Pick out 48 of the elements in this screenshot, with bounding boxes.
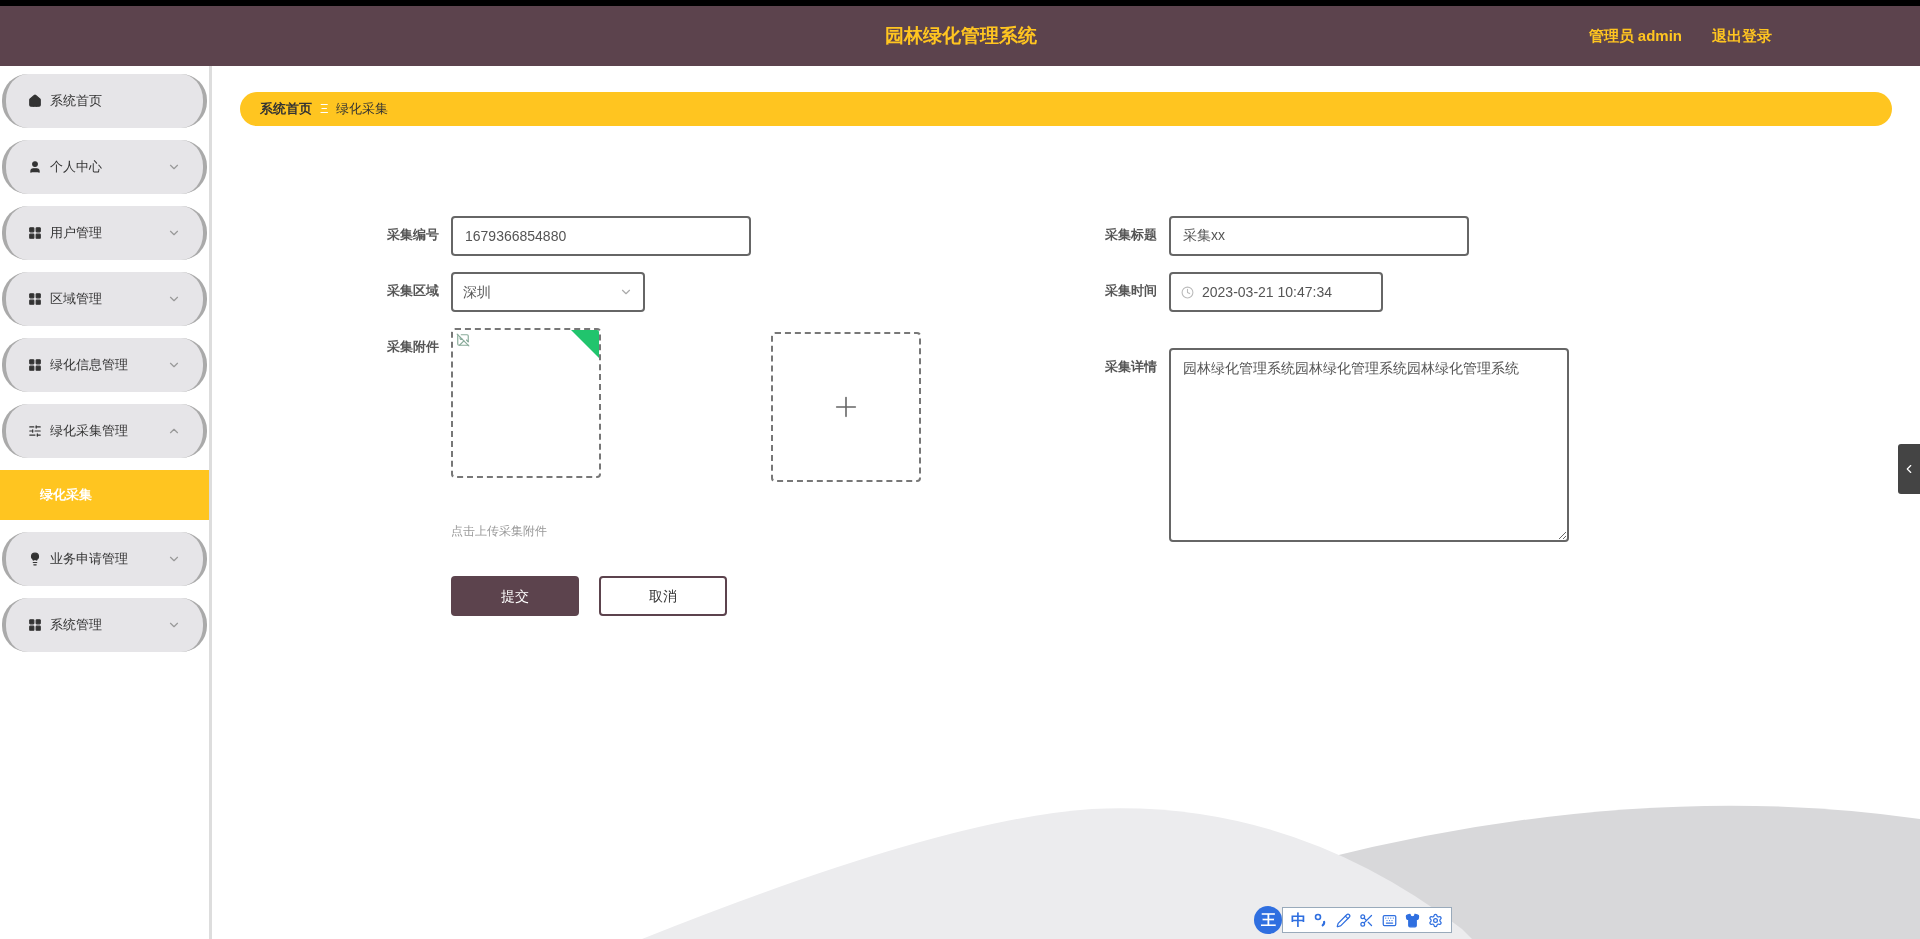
sidebar-menu-item[interactable]: 系统首页 xyxy=(2,74,207,128)
ime-mode-toggle[interactable]: 中 xyxy=(1291,908,1306,932)
text-area[interactable]: 园林绿化管理系统园林绿化管理系统园林绿化管理系统 xyxy=(1169,348,1569,542)
app-title: 园林绿化管理系统 xyxy=(885,23,1037,48)
upload-hint: 点击上传采集附件 xyxy=(451,523,548,540)
grid-icon xyxy=(28,226,42,240)
user-icon xyxy=(28,160,42,174)
clock-icon xyxy=(1181,285,1194,299)
breadcrumb-separator: Ξ xyxy=(320,100,329,119)
sidebar-menu-item[interactable]: 个人中心 xyxy=(2,140,207,194)
scissors-icon[interactable] xyxy=(1359,912,1374,928)
sidebar-menu-item[interactable]: 区域管理 xyxy=(2,272,207,326)
cancel-button[interactable]: 取消 xyxy=(599,576,727,616)
text-field[interactable]: 1679366854880 xyxy=(451,216,751,256)
lightbulb-icon xyxy=(28,552,42,566)
field-label: 采集编号 xyxy=(386,226,439,244)
uploaded-image-tile[interactable] xyxy=(451,328,601,478)
grid-icon xyxy=(28,358,42,372)
sidebar-menu-item[interactable]: 绿化采集管理 xyxy=(2,404,207,458)
text-field[interactable]: 采集xx xyxy=(1169,216,1469,256)
select-field[interactable]: 深圳 xyxy=(451,272,645,312)
date-time-field[interactable]: 2023-03-21 10:47:34 xyxy=(1169,272,1383,312)
field-label: 采集附件 xyxy=(386,338,439,356)
field-label: 采集详情 xyxy=(1104,358,1157,376)
breadcrumb-link[interactable]: 绿化采集 xyxy=(336,99,389,119)
admin-user-label: 管理员 admin xyxy=(1588,25,1682,46)
field-label: 采集标题 xyxy=(1104,226,1157,244)
settings-icon[interactable] xyxy=(1428,912,1443,928)
grid-icon xyxy=(28,292,42,306)
field-label: 采集时间 xyxy=(1104,282,1157,300)
home-icon xyxy=(28,94,42,108)
broken-image-icon xyxy=(456,333,470,347)
keyboard-icon[interactable] xyxy=(1382,912,1397,928)
grid-icon xyxy=(28,618,42,632)
sidebar-menu-item[interactable]: 绿化信息管理 xyxy=(2,338,207,392)
sliders-icon xyxy=(28,424,42,438)
add-upload-tile[interactable] xyxy=(771,332,921,482)
sidebar-menu-item[interactable]: 用户管理 xyxy=(2,206,207,260)
field-label: 采集区域 xyxy=(386,282,439,300)
corner-flag-icon xyxy=(571,330,599,358)
punctuation-icon[interactable] xyxy=(1314,913,1328,927)
breadcrumb-link[interactable]: 系统首页 xyxy=(260,99,312,119)
submit-button[interactable]: 提交 xyxy=(451,576,579,616)
logout-link[interactable]: 退出登录 xyxy=(1712,24,1772,48)
sidebar-menu-item[interactable]: 业务申请管理 xyxy=(2,532,207,586)
shirt-icon[interactable] xyxy=(1405,912,1420,928)
pen-icon[interactable] xyxy=(1336,912,1351,928)
sidebar-menu-item[interactable]: 系统管理 xyxy=(2,598,207,652)
